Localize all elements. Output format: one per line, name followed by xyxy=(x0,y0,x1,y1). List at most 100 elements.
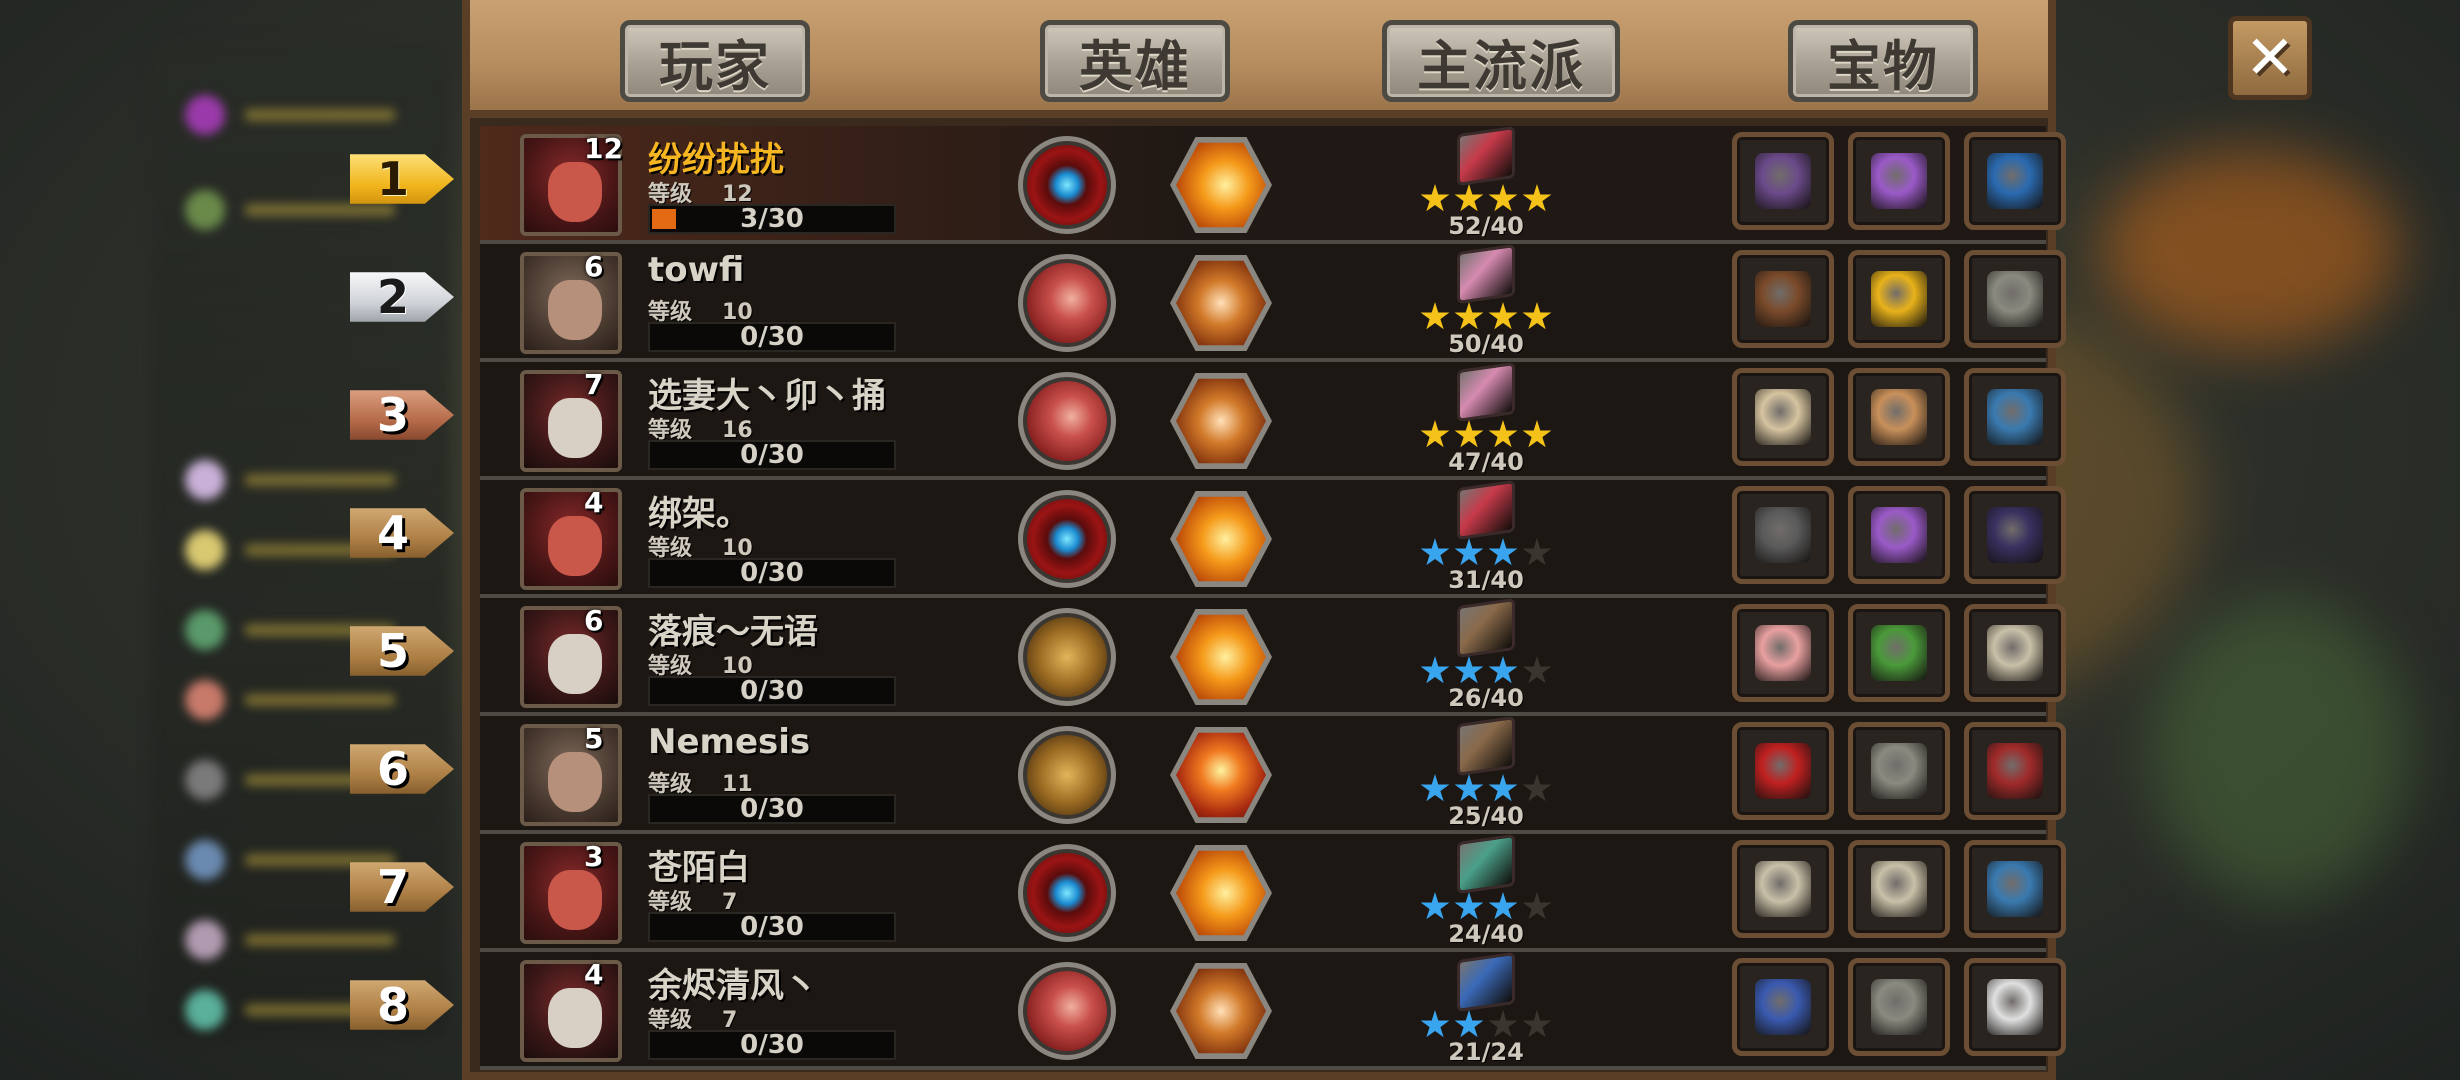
treasure-slot[interactable] xyxy=(1964,604,2066,702)
hero-level-badge: 3 xyxy=(584,840,604,873)
rating-star-icon xyxy=(1454,656,1484,684)
leaderboard-row[interactable]: 4 余烬清风丶 等级 7 0/30 21/24 xyxy=(480,951,2066,1070)
medallion-icon xyxy=(1871,861,1927,917)
burst-hero-skill-icon[interactable] xyxy=(1170,727,1272,823)
progress-bar: 0/30 xyxy=(648,794,896,824)
treasure-slot[interactable] xyxy=(1964,840,2066,938)
tab-players[interactable]: 玩家 xyxy=(620,20,810,102)
player-name: 绑架。 xyxy=(648,494,750,534)
chomper-hero-skill-icon[interactable] xyxy=(1170,963,1272,1059)
chomper-hero-skill-icon[interactable] xyxy=(1170,255,1272,351)
rating-star-icon xyxy=(1454,302,1484,330)
close-x-icon: ✕ xyxy=(2244,23,2296,93)
school-score: 52/40 xyxy=(1448,212,1524,240)
school-book-icon[interactable] xyxy=(1457,951,1515,1013)
leaderboard-row[interactable]: 7 选妻大丶卯丶捅 等级 16 0/30 47/40 xyxy=(480,361,2066,480)
blue-orb-skill-icon[interactable] xyxy=(1018,844,1116,942)
red-swirl-skill-icon[interactable] xyxy=(1018,254,1116,352)
school-book-icon[interactable] xyxy=(1457,361,1515,423)
school-rating xyxy=(1420,656,1552,686)
bronze-cross-skill-icon[interactable] xyxy=(1018,608,1116,706)
school-rating xyxy=(1420,1010,1552,1040)
rating-star-icon xyxy=(1420,1010,1450,1038)
treasure-slot[interactable] xyxy=(1848,250,1950,348)
blue-orb-skill-icon[interactable] xyxy=(1018,490,1116,588)
school-book-icon[interactable] xyxy=(1457,125,1515,187)
treasure-slot[interactable] xyxy=(1964,486,2066,584)
school-rating xyxy=(1420,302,1552,332)
fire-hero-skill-icon[interactable] xyxy=(1170,609,1272,705)
red-swirl-skill-icon[interactable] xyxy=(1018,372,1116,470)
purple-staff-icon xyxy=(1755,153,1811,209)
background-blur-row xyxy=(185,460,415,500)
progress-text: 3/30 xyxy=(740,204,804,234)
school-book-icon[interactable] xyxy=(1457,715,1515,777)
hero-level-badge: 12 xyxy=(584,132,623,165)
rating-star-icon xyxy=(1454,1010,1484,1038)
treasure-slot[interactable] xyxy=(1848,722,1950,820)
close-button[interactable]: ✕ xyxy=(2228,16,2312,100)
school-book-icon[interactable] xyxy=(1457,479,1515,541)
school-book-icon[interactable] xyxy=(1457,243,1515,305)
school-book-icon[interactable] xyxy=(1457,597,1515,659)
spear-icon xyxy=(1871,743,1927,799)
scroll-icon xyxy=(1987,271,2043,327)
leaderboard-row[interactable]: 3 苍陌白 等级 7 0/30 24/40 xyxy=(480,833,2066,952)
fire-hero-skill-icon[interactable] xyxy=(1170,845,1272,941)
bronze-cross-skill-icon[interactable] xyxy=(1018,726,1116,824)
tab-heroes[interactable]: 英雄 xyxy=(1040,20,1230,102)
leaderboard-list: 12 纷纷扰扰 等级 12 3/30 52/40 6 towfi 等级 10 0/3… xyxy=(480,125,2066,1070)
tab-main-school[interactable]: 主流派 xyxy=(1382,20,1620,102)
treasure-slot[interactable] xyxy=(1848,840,1950,938)
school-book-icon[interactable] xyxy=(1457,833,1515,895)
rating-star-icon xyxy=(1420,302,1450,330)
treasure-slot[interactable] xyxy=(1848,368,1950,466)
fire-hero-skill-icon[interactable] xyxy=(1170,491,1272,587)
leaderboard-row[interactable]: 5 Nemesis 等级 11 0/30 25/40 xyxy=(480,715,2066,834)
treasure-slot[interactable] xyxy=(1964,722,2066,820)
treasure-slot[interactable] xyxy=(1732,840,1834,938)
tab-treasures[interactable]: 宝物 xyxy=(1788,20,1978,102)
progress-bar: 0/30 xyxy=(648,558,896,588)
treasure-slot[interactable] xyxy=(1964,132,2066,230)
leaderboard-row[interactable]: 12 纷纷扰扰 等级 12 3/30 52/40 xyxy=(480,125,2066,244)
progress-text: 0/30 xyxy=(740,676,804,706)
school-score: 21/24 xyxy=(1448,1038,1524,1066)
treasure-slot[interactable] xyxy=(1848,958,1950,1056)
treasure-slot[interactable] xyxy=(1732,958,1834,1056)
background-blur-row xyxy=(185,95,415,135)
rating-star-icon xyxy=(1488,1010,1518,1038)
blue-orb-skill-icon[interactable] xyxy=(1018,136,1116,234)
player-name: 余烬清风丶 xyxy=(648,966,818,1006)
treasure-slot[interactable] xyxy=(1732,604,1834,702)
treasure-slot[interactable] xyxy=(1964,250,2066,348)
treasure-slot[interactable] xyxy=(1964,368,2066,466)
spear-icon xyxy=(1871,979,1927,1035)
chomper-hero-skill-icon[interactable] xyxy=(1170,373,1272,469)
treasure-slot[interactable] xyxy=(1732,722,1834,820)
fire-hero-skill-icon[interactable] xyxy=(1170,137,1272,233)
red-swirl-skill-icon[interactable] xyxy=(1018,962,1116,1060)
treasure-slot[interactable] xyxy=(1732,368,1834,466)
school-score: 25/40 xyxy=(1448,802,1524,830)
dark-rod-icon xyxy=(1987,507,2043,563)
treasure-slot[interactable] xyxy=(1732,250,1834,348)
progress-bar: 0/30 xyxy=(648,322,896,352)
leaderboard-row[interactable]: 6 落痕～无语 等级 10 0/30 26/40 xyxy=(480,597,2066,716)
player-name: towfi xyxy=(648,250,745,290)
ring-icon xyxy=(1871,389,1927,445)
treasure-slot[interactable] xyxy=(1848,132,1950,230)
progress-bar: 0/30 xyxy=(648,440,896,470)
school-rating xyxy=(1420,774,1552,804)
rating-star-icon xyxy=(1488,656,1518,684)
leaderboard-row[interactable]: 4 绑架。 等级 10 0/30 31/40 xyxy=(480,479,2066,598)
treasure-slot[interactable] xyxy=(1732,132,1834,230)
treasure-slot[interactable] xyxy=(1848,486,1950,584)
treasure-slot[interactable] xyxy=(1848,604,1950,702)
treasure-slot[interactable] xyxy=(1964,958,2066,1056)
treasure-slot[interactable] xyxy=(1732,486,1834,584)
background-blur-row xyxy=(185,920,415,960)
rating-star-icon xyxy=(1522,420,1552,448)
rating-star-icon xyxy=(1522,892,1552,920)
leaderboard-row[interactable]: 6 towfi 等级 10 0/30 50/40 xyxy=(480,243,2066,362)
